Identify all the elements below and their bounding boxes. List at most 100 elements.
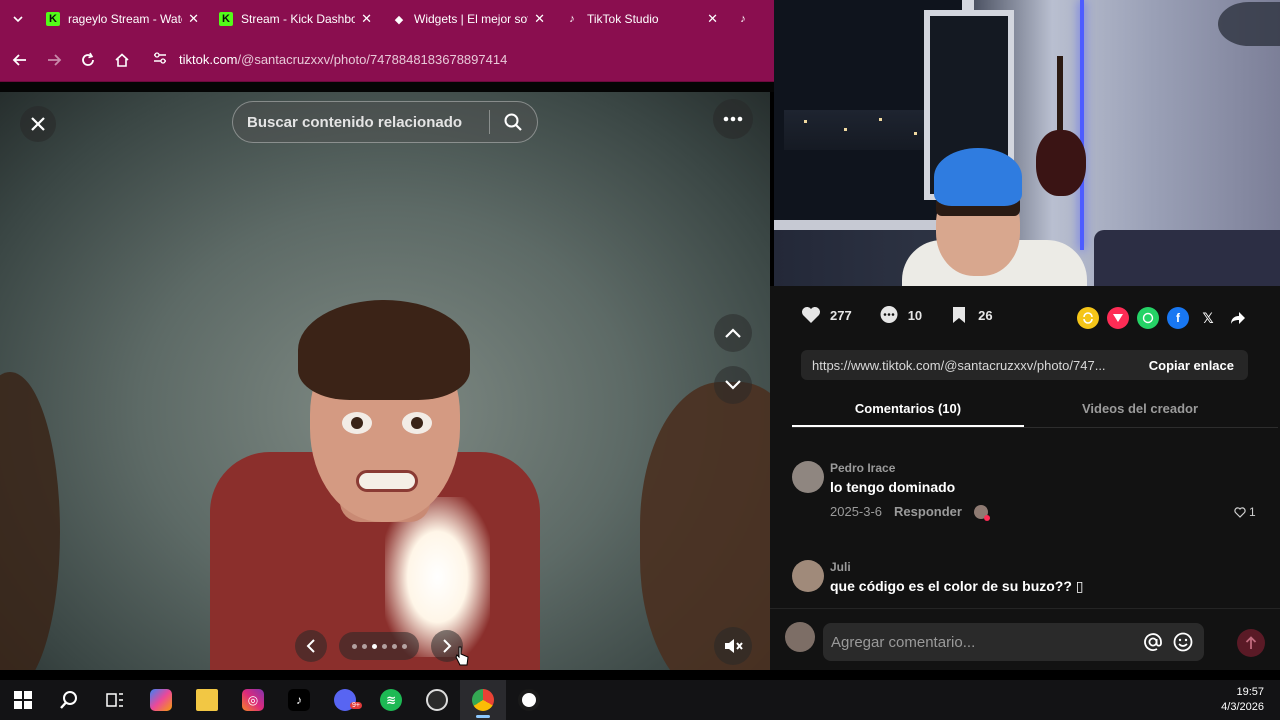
comment-input[interactable] — [831, 633, 1151, 651]
x-icon[interactable]: 𝕏 — [1197, 307, 1219, 329]
taskbar-tiktok[interactable]: ♪ — [276, 680, 322, 720]
mention-icon[interactable] — [1142, 631, 1164, 653]
clock-time: 19:57 — [1236, 686, 1264, 698]
webcam-feed — [774, 0, 1280, 286]
comment-item: Juli que código es el color de su buzo??… — [792, 560, 1252, 606]
site-settings-icon[interactable] — [153, 52, 167, 67]
reload-button[interactable] — [71, 43, 105, 77]
carousel-dot[interactable] — [401, 643, 407, 649]
whatsapp-icon[interactable] — [1137, 307, 1159, 329]
taskbar-spotify[interactable]: ≋ — [368, 680, 414, 720]
tab-title: TikTok Studio — [587, 12, 659, 26]
avatar[interactable] — [792, 560, 824, 592]
chevron-right-icon — [443, 639, 452, 653]
browser-tab[interactable]: K rageylo Stream - Watch ✕ — [36, 0, 209, 38]
share-more-icon[interactable] — [1227, 307, 1249, 329]
share-link-text[interactable]: https://www.tiktok.com/@santacruzxxv/pho… — [812, 358, 1132, 373]
heart-icon — [800, 304, 822, 326]
save-button[interactable]: 26 — [948, 304, 993, 326]
carousel-dot[interactable] — [391, 643, 397, 649]
tab-title: Stream - Kick Dashboard — [241, 12, 356, 26]
browser-tab[interactable]: K Stream - Kick Dashboard ✕ — [209, 0, 382, 38]
back-button[interactable] — [3, 43, 37, 77]
taskbar-chrome[interactable] — [460, 680, 506, 720]
tab-comments[interactable]: Comentarios (10) — [792, 394, 1024, 427]
avatar[interactable] — [792, 461, 824, 493]
url-field[interactable]: tiktok.com/@santacruzxxv/photo/747884818… — [153, 45, 507, 75]
kick-icon: K — [219, 12, 233, 26]
comment-like-button[interactable]: 1 — [1234, 505, 1256, 519]
comment-username[interactable]: Pedro Irace — [830, 461, 895, 475]
repost-icon[interactable] — [1077, 307, 1099, 329]
mute-button[interactable] — [714, 627, 752, 665]
comment-username[interactable]: Juli — [830, 560, 851, 574]
chevron-down-icon — [13, 16, 23, 23]
close-icon[interactable]: ✕ — [534, 11, 545, 27]
task-view-button[interactable] — [92, 680, 138, 720]
browser-tab-active[interactable]: ♪ LA — [728, 0, 768, 38]
like-count: 277 — [830, 307, 852, 323]
taskbar-copilot[interactable] — [138, 680, 184, 720]
photo-viewer — [0, 92, 770, 670]
previous-photo-button[interactable] — [295, 630, 327, 662]
facebook-icon[interactable]: f — [1167, 307, 1189, 329]
emoji-icon[interactable] — [1172, 631, 1194, 653]
carousel-dot[interactable] — [351, 643, 357, 649]
home-button[interactable] — [105, 43, 139, 77]
taskbar-search[interactable] — [46, 680, 92, 720]
webcam-guitar — [1036, 130, 1086, 196]
copy-link-button[interactable]: Copiar enlace — [1149, 358, 1234, 373]
browser-tab[interactable]: ◆ Widgets | El mejor soft ✕ — [382, 0, 555, 38]
comment-button[interactable]: 10 — [878, 304, 922, 326]
like-button[interactable]: 277 — [800, 304, 852, 326]
copilot-icon — [150, 689, 172, 711]
carousel-dot[interactable] — [361, 643, 367, 649]
creator-liked-avatar — [973, 504, 990, 521]
related-search-input[interactable] — [247, 113, 487, 131]
share-link-row: https://www.tiktok.com/@santacruzxxv/pho… — [801, 350, 1248, 380]
related-search — [232, 101, 538, 143]
back-arrow-icon — [12, 53, 26, 66]
carousel-dot[interactable] — [371, 643, 377, 649]
close-icon[interactable]: ✕ — [361, 11, 372, 27]
kick-icon: K — [46, 12, 60, 26]
search-icon — [60, 691, 77, 709]
taskbar-discord[interactable]: 9+ — [322, 680, 368, 720]
start-button[interactable] — [0, 680, 46, 720]
close-icon[interactable]: ✕ — [188, 11, 199, 27]
browser-tab[interactable]: ♪ TikTok Studio ✕ — [555, 0, 728, 38]
photo-eye — [342, 412, 372, 434]
tab-creator-videos[interactable]: Videos del creador — [1024, 394, 1256, 427]
previous-post-button[interactable] — [714, 314, 752, 352]
task-view-icon — [106, 693, 123, 707]
url-path: /@santacruzxxv/photo/7478848183678897414 — [237, 52, 508, 67]
comment-count: 10 — [907, 307, 923, 323]
carousel-dots — [339, 632, 419, 660]
carousel-dot[interactable] — [381, 643, 387, 649]
chevron-left-icon — [306, 639, 315, 653]
close-icon[interactable]: ✕ — [707, 11, 718, 27]
next-post-button[interactable] — [714, 366, 752, 404]
more-options-button[interactable] — [713, 99, 753, 139]
forward-button[interactable] — [37, 43, 71, 77]
taskbar-recorder[interactable] — [414, 680, 460, 720]
system-clock[interactable]: 19:57 4/3/2026 — [1221, 685, 1264, 715]
taskbar-instagram[interactable]: ◎ — [230, 680, 276, 720]
photo-eye — [402, 412, 432, 434]
taskbar-obs[interactable] — [506, 680, 552, 720]
photo-hair-left — [0, 372, 60, 670]
close-viewer-button[interactable] — [20, 106, 56, 142]
photo-hair — [298, 300, 470, 400]
tab-search-menu[interactable] — [0, 0, 36, 38]
home-icon — [115, 52, 129, 67]
reply-button[interactable]: Responder — [894, 504, 962, 519]
search-icon[interactable] — [490, 102, 536, 142]
comment-meta: 2025-3-6 Responder — [830, 504, 990, 521]
comment-item: Pedro Irace lo tengo dominado 2025-3-6 R… — [792, 461, 1256, 525]
taskbar-file-explorer[interactable] — [184, 680, 230, 720]
post-comment-button[interactable] — [1237, 629, 1265, 657]
webcam-streamer-cap — [934, 148, 1022, 206]
tiktok-icon: ♪ — [288, 689, 310, 711]
more-dots-icon — [723, 116, 743, 122]
send-to-friends-icon[interactable] — [1107, 307, 1129, 329]
